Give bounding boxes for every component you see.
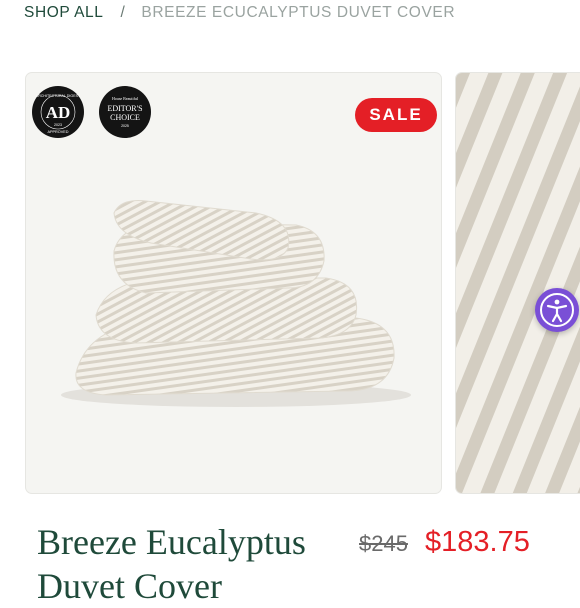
breadcrumb: SHOP ALL / BREEZE ECUCALYPTUS DUVET COVE… [24, 2, 455, 24]
svg-text:2025: 2025 [121, 124, 129, 128]
breadcrumb-separator: / [120, 4, 126, 21]
accessibility-person-icon [540, 293, 574, 327]
duvet-product-photo [61, 200, 411, 407]
svg-text:EDITOR'S: EDITOR'S [107, 104, 142, 113]
product-title: Breeze Eucalyptus Duvet Cover [37, 522, 306, 606]
svg-text:AD: AD [46, 103, 71, 122]
svg-text:CHOICE: CHOICE [110, 113, 140, 122]
original-price: $245 [359, 531, 408, 556]
editors-choice-badge: House Beautiful EDITOR'S CHOICE 2025 [99, 86, 151, 138]
product-image-main[interactable]: AD ARCHITECTURAL DIGEST 2023 APPROVED Ho… [25, 72, 442, 494]
svg-text:House Beautiful: House Beautiful [112, 96, 139, 101]
stripe-fabric-closeup-photo [456, 73, 580, 493]
breadcrumb-current-page: BREEZE ECUCALYPTUS DUVET COVER [141, 4, 456, 21]
accessibility-button[interactable] [535, 288, 579, 332]
product-image-thumbnail-next[interactable] [455, 72, 580, 494]
svg-text:2023: 2023 [54, 123, 62, 127]
svg-text:ARCHITECTURAL DIGEST: ARCHITECTURAL DIGEST [36, 94, 81, 98]
svg-text:APPROVED: APPROVED [47, 130, 68, 134]
sale-badge: SALE [355, 98, 437, 132]
breadcrumb-shop-all-link[interactable]: SHOP ALL [24, 4, 103, 22]
architectural-digest-badge: AD ARCHITECTURAL DIGEST 2023 APPROVED [32, 86, 84, 138]
sale-price: $183.75 [425, 526, 530, 558]
